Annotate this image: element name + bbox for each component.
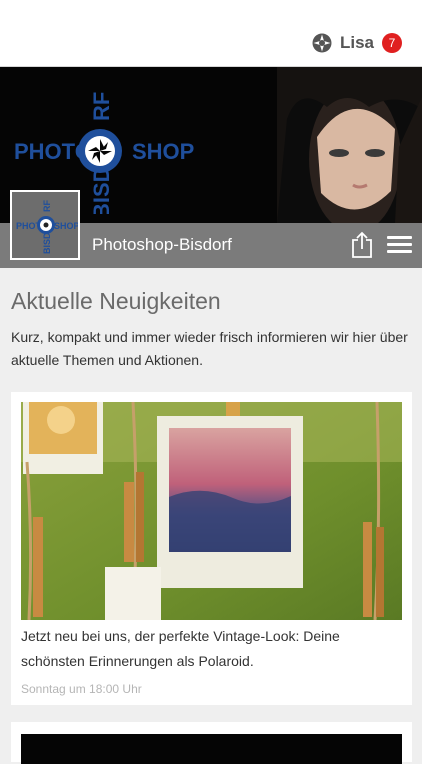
notification-badge[interactable]: 7 (382, 33, 402, 53)
user-settings-icon[interactable] (312, 33, 332, 53)
news-date: Sonntag um 18:00 Uhr (21, 682, 142, 696)
hamburger-menu-icon[interactable] (387, 236, 412, 256)
svg-text:SHOP: SHOP (54, 221, 78, 231)
news-image[interactable] (21, 402, 402, 620)
svg-text:RF: RF (42, 200, 52, 212)
top-bar: Lisa 7 (0, 0, 422, 67)
share-icon[interactable] (350, 231, 374, 259)
portrait-photo (277, 67, 422, 223)
section-description: Kurz, kompakt und immer wieder frisch in… (11, 329, 408, 368)
news-image[interactable] (21, 734, 402, 764)
svg-text:RF: RF (89, 92, 114, 121)
page-avatar[interactable]: PHOTO SHOP RF BISD (10, 190, 80, 260)
news-card[interactable] (11, 722, 412, 764)
news-card[interactable]: Jetzt neu bei uns, der perfekte Vintage-… (11, 392, 412, 705)
section-title: Aktuelle Neuigkeiten (11, 288, 221, 314)
svg-text:BISD: BISD (89, 166, 114, 214)
svg-text:BISD: BISD (42, 232, 52, 254)
user-menu[interactable]: Lisa 7 (312, 33, 402, 53)
news-text: Jetzt neu bei uns, der perfekte Vintage-… (21, 628, 340, 669)
svg-text:SHOP: SHOP (132, 139, 194, 164)
page-title: Photoshop-Bisdorf (92, 235, 232, 254)
photoshop-logo-small: PHOTO SHOP RF BISD (12, 192, 78, 258)
user-name[interactable]: Lisa (340, 33, 374, 53)
